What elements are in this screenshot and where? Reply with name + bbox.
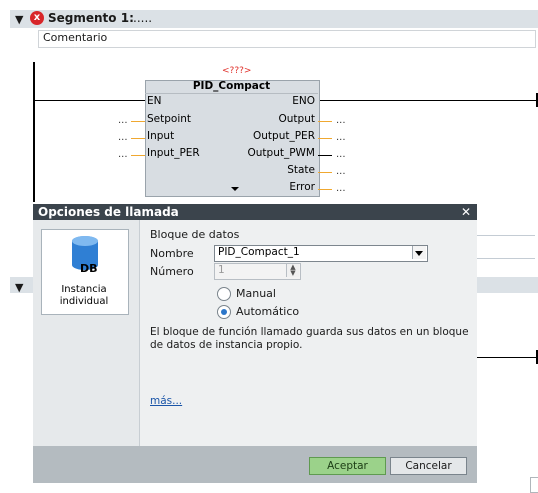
pin-input-per: Input_PER bbox=[147, 147, 200, 159]
function-block-title: PID_Compact bbox=[192, 80, 271, 92]
section-title: Bloque de datos bbox=[150, 228, 240, 241]
accept-button[interactable]: Aceptar bbox=[309, 457, 386, 475]
cancel-button[interactable]: Cancelar bbox=[390, 457, 467, 475]
radio-manual-label: Manual bbox=[236, 287, 276, 300]
name-value: PID_Compact_1 bbox=[218, 246, 300, 258]
comment-field[interactable] bbox=[38, 30, 536, 48]
input-operand[interactable]: ... bbox=[118, 132, 128, 143]
output-wire bbox=[318, 138, 332, 139]
more-link[interactable]: más... bbox=[150, 395, 182, 407]
output-wire bbox=[318, 172, 332, 173]
radio-automatic[interactable] bbox=[217, 305, 231, 319]
pin-eno: ENO bbox=[292, 95, 315, 107]
segment-title-suffix: ..... bbox=[133, 11, 153, 25]
output-wire bbox=[318, 189, 332, 190]
input-operand[interactable]: ... bbox=[118, 115, 128, 126]
background-divider bbox=[477, 235, 535, 236]
pin-input: Input bbox=[147, 130, 175, 142]
input-wire bbox=[131, 138, 145, 139]
output-operand[interactable]: ... bbox=[336, 149, 346, 160]
close-icon[interactable]: ✕ bbox=[461, 205, 471, 219]
radio-automatic-label: Automático bbox=[236, 305, 300, 318]
output-operand[interactable]: ... bbox=[336, 115, 346, 126]
segment-2-toggle-icon[interactable]: ▼ bbox=[15, 281, 23, 294]
rung-right bbox=[318, 100, 538, 101]
output-wire bbox=[318, 121, 332, 122]
pin-output-per: Output_PER bbox=[253, 130, 315, 142]
input-wire bbox=[131, 155, 145, 156]
pin-output-pwm: Output_PWM bbox=[247, 147, 316, 159]
expand-block-icon[interactable] bbox=[231, 187, 239, 191]
db-icon-label: DB bbox=[80, 262, 98, 275]
collapse-toggle-icon[interactable]: ▼ bbox=[15, 13, 23, 26]
input-wire bbox=[131, 121, 145, 122]
pin-error: Error bbox=[289, 181, 315, 193]
number-value: 1 bbox=[218, 264, 225, 276]
pin-setpoint: Setpoint bbox=[147, 113, 192, 125]
rung-left bbox=[35, 100, 145, 101]
chevron-down-icon bbox=[415, 251, 423, 256]
segment-title: Segmento 1: bbox=[48, 11, 134, 25]
radio-manual[interactable] bbox=[217, 287, 231, 301]
power-rail bbox=[33, 62, 35, 202]
name-label: Nombre bbox=[150, 247, 194, 260]
instance-name-placeholder[interactable]: <???> bbox=[222, 66, 251, 76]
single-instance-label: Instancia individual bbox=[59, 284, 109, 307]
segment-2-rung bbox=[477, 357, 536, 358]
pin-state: State bbox=[287, 164, 315, 176]
output-wire bbox=[318, 155, 332, 156]
radio-selected-dot bbox=[221, 309, 227, 315]
output-operand[interactable]: ... bbox=[336, 166, 346, 177]
spinner-icon[interactable]: ▲ ▼ bbox=[286, 264, 299, 277]
output-operand[interactable]: ... bbox=[336, 132, 346, 143]
input-operand[interactable]: ... bbox=[118, 149, 128, 160]
description-text: El bloque de función llamado guarda sus … bbox=[150, 326, 469, 351]
pin-en: EN bbox=[147, 95, 162, 107]
number-label: Número bbox=[150, 265, 194, 278]
pin-output: Output bbox=[278, 113, 315, 125]
background-divider bbox=[477, 258, 535, 259]
error-icon: x bbox=[30, 11, 44, 25]
output-operand[interactable]: ... bbox=[336, 183, 346, 194]
comment-text: Comentario bbox=[43, 31, 108, 44]
title-divider bbox=[145, 93, 318, 94]
dialog-title: Opciones de llamada bbox=[38, 205, 179, 219]
